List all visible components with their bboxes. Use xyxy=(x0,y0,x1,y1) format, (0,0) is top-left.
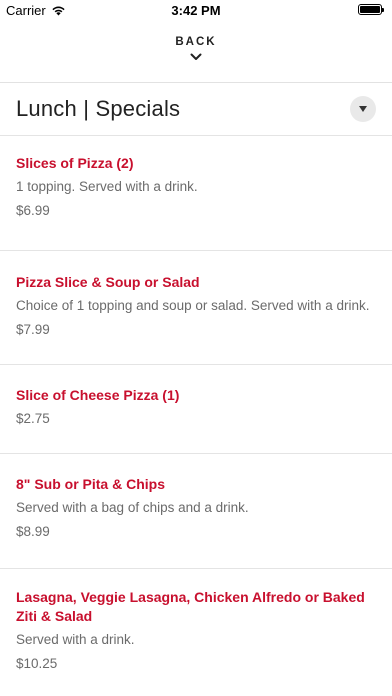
section-dropdown-button[interactable] xyxy=(350,96,376,122)
menu-item-description: Served with a drink. xyxy=(16,632,135,647)
status-right xyxy=(358,4,384,15)
menu-item[interactable]: Pizza Slice & Soup or Salad Choice of 1 … xyxy=(0,250,392,364)
menu-item-name: Pizza Slice & Soup or Salad xyxy=(16,274,200,290)
menu-item-price: $8.99 xyxy=(16,524,50,539)
menu-list: Slices of Pizza (2) 1 topping. Served wi… xyxy=(0,135,392,674)
menu-item-price: $2.75 xyxy=(16,411,50,426)
section-header: Lunch | Specials xyxy=(0,83,392,135)
chevron-down-icon xyxy=(190,53,202,60)
menu-item-price: $10.25 xyxy=(16,656,58,671)
back-button[interactable]: BACK xyxy=(0,36,392,61)
menu-item-name: Slice of Cheese Pizza (1) xyxy=(16,387,180,403)
menu-item[interactable]: Lasagna, Veggie Lasagna, Chicken Alfredo… xyxy=(0,568,392,674)
menu-item[interactable]: 8" Sub or Pita & Chips Served with a bag… xyxy=(0,453,392,568)
menu-item-name: Slices of Pizza (2) xyxy=(16,155,134,171)
section-title: Lunch | Specials xyxy=(16,96,181,121)
caret-down-icon xyxy=(359,106,367,112)
status-bar: Carrier 3:42 PM xyxy=(0,0,392,22)
menu-item-name: 8" Sub or Pita & Chips xyxy=(16,476,165,492)
menu-item[interactable]: Slices of Pizza (2) 1 topping. Served wi… xyxy=(0,135,392,250)
menu-item-price: $6.99 xyxy=(16,203,50,218)
menu-item-description: Served with a bag of chips and a drink. xyxy=(16,500,249,515)
menu-item-description: Choice of 1 topping and soup or salad. S… xyxy=(16,298,370,313)
menu-item[interactable]: Slice of Cheese Pizza (1) $2.75 xyxy=(0,364,392,453)
status-time: 3:42 PM xyxy=(171,3,221,18)
battery-level xyxy=(360,6,380,13)
battery-icon xyxy=(358,4,384,15)
menu-item-name: Lasagna, Veggie Lasagna, Chicken Alfredo… xyxy=(16,589,365,624)
menu-item-description: 1 topping. Served with a drink. xyxy=(16,179,198,194)
back-label: BACK xyxy=(175,36,217,48)
menu-item-price: $7.99 xyxy=(16,322,50,337)
